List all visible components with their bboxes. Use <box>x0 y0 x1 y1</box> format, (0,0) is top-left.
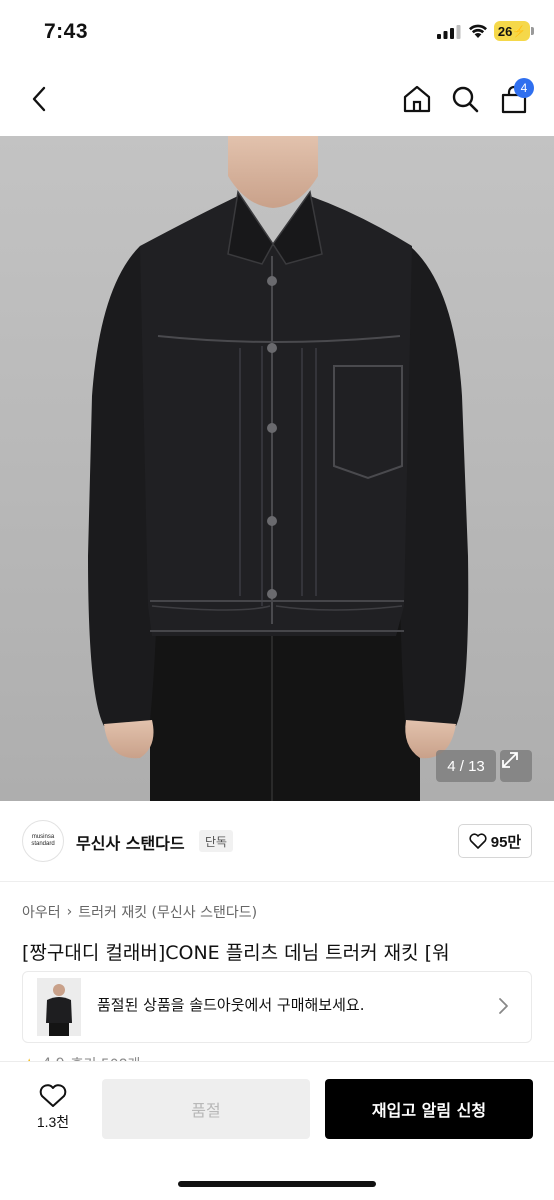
top-nav-bar: 4 <box>0 66 554 136</box>
breadcrumb: 아우터 › 트러커 재킷 (무신사 스탠다드) <box>22 902 257 922</box>
search-icon <box>452 86 479 113</box>
product-photo-denim-jacket <box>0 136 554 801</box>
product-image-gallery[interactable]: 4 / 13 <box>0 136 554 801</box>
breadcrumb-subcategory[interactable]: 트러커 재킷 (무신사 스탠다드) <box>78 902 257 922</box>
wishlist-count: 1.3천 <box>36 1114 70 1130</box>
status-time: 7:43 <box>44 20 89 43</box>
expand-image-button[interactable] <box>500 750 532 782</box>
breadcrumb-category[interactable]: 아우터 <box>22 902 61 922</box>
bottom-action-bar: 1.3천 품절 재입고 알림 신청 <box>0 1062 554 1200</box>
soldout-button: 품절 <box>102 1079 310 1139</box>
home-indicator <box>178 1181 376 1187</box>
brand-logo[interactable]: musinsa standard <box>22 820 64 862</box>
home-icon <box>403 85 431 113</box>
battery-cap <box>531 27 534 35</box>
heart-outline-icon <box>469 833 487 849</box>
image-counter: 4 / 13 <box>436 750 496 782</box>
expand-icon <box>502 752 518 768</box>
chevron-left-icon <box>32 86 46 112</box>
brand-like-count: 95만 <box>490 833 522 851</box>
cart-button[interactable]: 4 <box>496 78 534 118</box>
back-button[interactable] <box>22 82 56 116</box>
brand-like-button[interactable]: 95만 <box>458 824 532 858</box>
brand-logo-line2: standard <box>31 841 55 847</box>
exclusive-badge: 단독 <box>199 830 234 852</box>
section-divider <box>0 881 554 882</box>
chevron-right-icon <box>499 998 508 1014</box>
home-button[interactable] <box>400 82 434 116</box>
battery-level: 26 <box>497 23 513 39</box>
wifi-icon <box>469 24 487 38</box>
breadcrumb-separator: › <box>66 904 73 920</box>
heart-outline-icon <box>39 1084 67 1107</box>
soldout-marketplace-banner[interactable]: 품절된 상품을 솔드아웃에서 구매해보세요. <box>22 971 532 1043</box>
battery-indicator: 26 ⚡ <box>494 21 530 41</box>
restock-alert-button[interactable]: 재입고 알림 신청 <box>325 1079 533 1139</box>
brand-row: musinsa standard 무신사 스탠다드 단독 95만 <box>0 801 554 881</box>
status-bar: 7:43 26 ⚡ <box>0 0 554 66</box>
brand-logo-line1: musinsa <box>31 834 55 840</box>
charging-bolt-icon: ⚡ <box>512 25 527 38</box>
brand-name-link[interactable]: 무신사 스탠다드 <box>76 830 185 854</box>
search-button[interactable] <box>448 82 482 116</box>
wishlist-button[interactable]: 1.3천 <box>22 1078 84 1138</box>
banner-product-thumbnail <box>37 978 81 1036</box>
cart-count-badge: 4 <box>514 78 534 98</box>
soldout-banner-text: 품절된 상품을 솔드아웃에서 구매해보세요. <box>97 996 365 1014</box>
product-title: [짱구대디 컬래버]CONE 플리츠 데님 트러커 재킷 [워 <box>22 942 450 964</box>
cellular-signal-icon <box>437 25 461 39</box>
